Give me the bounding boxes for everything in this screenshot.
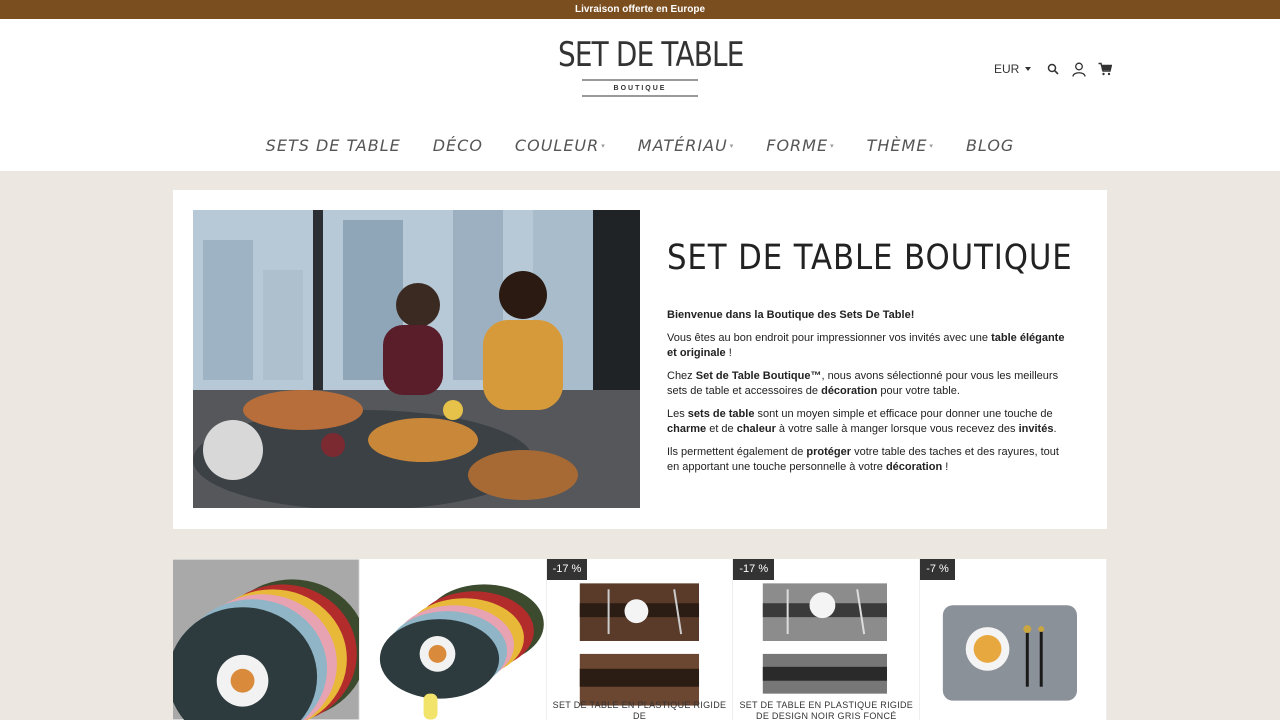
announcement-bar: Livraison offerte en Europe [0, 0, 1280, 19]
caret-down-icon [1025, 67, 1032, 71]
product-card[interactable]: -7 % [920, 559, 1107, 720]
nav-label: THÈME [866, 136, 928, 155]
logo-divider-bottom [582, 95, 698, 97]
hero-paragraph: Bienvenue dans la Boutique des Sets De T… [667, 309, 915, 321]
currency-label: EUR [994, 62, 1020, 76]
nav-label: DÉCO [432, 136, 483, 155]
product-card[interactable] [359, 559, 547, 720]
product-image [546, 559, 733, 720]
search-icon[interactable] [1045, 61, 1061, 77]
chevron-down-icon: ▾ [830, 142, 835, 150]
hero-paragraph: Vous êtes au bon endroit pour impression… [667, 331, 1065, 360]
discount-badge: -17 % [546, 559, 588, 580]
product-image [733, 559, 920, 720]
nav-label: COULEUR [514, 136, 600, 155]
product-image [920, 559, 1106, 720]
account-icon[interactable] [1071, 61, 1087, 77]
nav-forme[interactable]: FORME ▾ [766, 131, 834, 161]
nav-blog[interactable]: BLOG [966, 131, 1014, 161]
nav-label: MATÉRIAU [637, 136, 728, 155]
logo-title: SET DE TABLE [558, 35, 744, 75]
nav-label: BLOG [965, 136, 1015, 155]
product-card[interactable]: -17 % SET DE TABLE EN PLASTIQUE RIGIDE D… [546, 559, 734, 720]
nav-theme[interactable]: THÈME ▾ [867, 131, 934, 161]
product-grid: -17 % SET DE TABLE EN PLASTIQUE RIGIDE D… [173, 559, 1107, 720]
nav-label: SETS DE TABLE [265, 136, 401, 155]
chevron-down-icon: ▾ [601, 142, 606, 150]
logo-subtitle: BOUTIQUE [613, 85, 667, 92]
product-image [173, 559, 359, 720]
site-header: SET DE TABLE BOUTIQUE EUR SETS DE TABLE … [0, 19, 1280, 171]
logo-divider [582, 79, 698, 81]
product-card[interactable] [173, 559, 360, 720]
product-image [359, 559, 546, 720]
site-logo[interactable]: SET DE TABLE BOUTIQUE [540, 35, 744, 97]
nav-deco[interactable]: DÉCO [433, 131, 483, 161]
product-card[interactable]: -17 % SET DE TABLE EN PLASTIQUE RIGIDE D… [733, 559, 921, 720]
hero-text: SET DE TABLE BOUTIQUE Bienvenue dans la … [667, 238, 1073, 483]
discount-badge: -7 % [920, 559, 955, 580]
cart-icon[interactable] [1097, 61, 1113, 77]
hero-title: SET DE TABLE BOUTIQUE [667, 238, 1073, 278]
hero-section: SET DE TABLE BOUTIQUE Bienvenue dans la … [173, 190, 1107, 529]
hero-paragraph: Ils permettent également de protéger vot… [667, 445, 1059, 474]
hero-image [193, 210, 640, 508]
chevron-down-icon: ▾ [929, 142, 934, 150]
product-title[interactable]: SET DE TABLE EN PLASTIQUE RIGIDE DE [551, 700, 729, 720]
main-navigation: SETS DE TABLE DÉCO COULEUR ▾ MATÉRIAU ▾ FO… [0, 131, 1280, 161]
nav-couleur[interactable]: COULEUR ▾ [515, 131, 606, 161]
currency-selector[interactable]: EUR [994, 62, 1032, 76]
discount-badge: -17 % [733, 559, 775, 580]
nav-materiau[interactable]: MATÉRIAU ▾ [638, 131, 734, 161]
product-title[interactable]: SET DE TABLE EN PLASTIQUE RIGIDE DE DESI… [737, 700, 915, 720]
hero-paragraph: Chez Set de Table Boutique™, nous avons … [667, 369, 1059, 398]
chevron-down-icon: ▾ [729, 142, 735, 150]
hero-paragraph: Les sets de table sont un moyen simple e… [667, 407, 1057, 436]
nav-label: FORME [766, 136, 829, 155]
header-tools: EUR [994, 61, 1123, 77]
nav-sets-de-table[interactable]: SETS DE TABLE [266, 131, 401, 161]
